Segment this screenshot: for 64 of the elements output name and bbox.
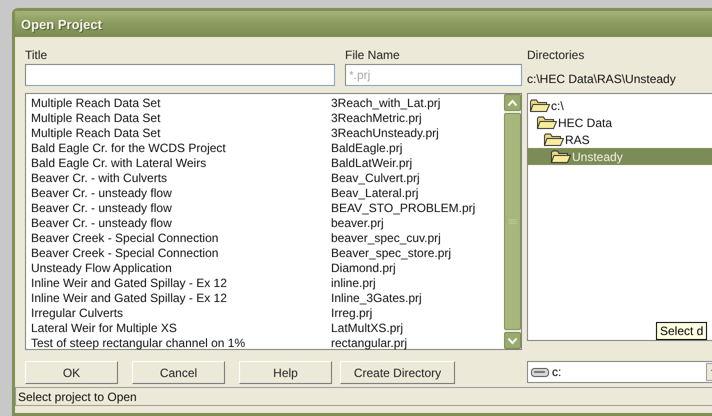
chevron-up-icon [507, 98, 518, 106]
project-title[interactable]: Unsteady Flow Application [31, 261, 331, 276]
project-file-name[interactable]: rectangular.prj [331, 336, 408, 351]
project-file-name[interactable]: Beaver_spec_store.prj [331, 246, 452, 261]
create-directory-button[interactable]: Create Directory [340, 361, 455, 384]
project-title[interactable]: Beaver Cr. - unsteady flow [31, 216, 331, 231]
title-label: Title [25, 48, 48, 62]
grip-icon [508, 218, 516, 224]
directory-item[interactable]: c:\ [528, 97, 712, 114]
project-file-name[interactable]: BEAV_STO_PROBLEM.prj [331, 201, 476, 216]
project-file-name[interactable]: LatMultXS.prj [331, 321, 404, 336]
directory-tree[interactable]: c:\ HEC Data RAS Unsteady Select d [527, 93, 712, 341]
project-title[interactable]: Inline Weir and Gated Spillay - Ex 12 [31, 276, 331, 291]
project-title[interactable]: Multiple Reach Data Set [31, 126, 331, 141]
project-title[interactable]: Bald Eagle Cr. for the WCDS Project [31, 141, 331, 156]
project-title[interactable]: Bald Eagle Cr. with Lateral Weirs [31, 156, 331, 171]
project-file-name[interactable]: BaldEagle.prj [331, 141, 402, 156]
file-name-label: File Name [345, 48, 401, 62]
project-file-name[interactable]: Irreg.prj [331, 306, 372, 321]
directory-item[interactable]: RAS [528, 131, 712, 148]
project-file-name[interactable]: Diamond.prj [331, 261, 396, 276]
ok-button[interactable]: OK [25, 361, 118, 384]
folder-icon [537, 116, 557, 129]
cancel-button[interactable]: Cancel [132, 361, 225, 384]
project-title[interactable]: Irregular Culverts [31, 306, 331, 321]
drive-icon [531, 366, 549, 378]
project-file-name[interactable]: Beav_Culvert.prj [331, 171, 420, 186]
project-file-name[interactable]: 3Reach_with_Lat.prj [331, 96, 440, 111]
project-file-name[interactable]: BaldLatWeir.prj [331, 156, 412, 171]
project-file-name[interactable]: Beav_Lateral.prj [331, 186, 418, 201]
project-title[interactable]: Test of steep rectangular channel on 1% [31, 336, 331, 351]
drive-value: c: [552, 365, 562, 379]
title-input[interactable] [25, 64, 335, 86]
scroll-up-button[interactable] [504, 94, 521, 111]
project-title[interactable]: Beaver Cr. - unsteady flow [31, 186, 331, 201]
tooltip: Select d [656, 322, 708, 340]
project-file-name[interactable]: 3ReachMetric.prj [331, 111, 422, 126]
drive-dropdown[interactable]: c: [527, 361, 712, 383]
project-title[interactable]: Lateral Weir for Multiple XS [31, 321, 331, 336]
directory-path: c:\HEC Data\RAS\Unsteady [527, 72, 677, 86]
project-title[interactable]: Multiple Reach Data Set [31, 96, 331, 111]
project-title[interactable]: Beaver Cr. - with Culverts [31, 171, 331, 186]
window-title: Open Project [21, 16, 102, 32]
project-title[interactable]: Beaver Creek - Special Connection [31, 231, 331, 246]
status-text: Select project to Open [18, 390, 137, 404]
project-file-name[interactable]: Inline_3Gates.prj [331, 291, 422, 306]
project-file-name[interactable]: beaver.prj [331, 216, 384, 231]
project-title[interactable]: Inline Weir and Gated Spillay - Ex 12 [31, 291, 331, 306]
project-title[interactable]: Beaver Creek - Special Connection [31, 246, 331, 261]
chevron-down-icon [507, 336, 518, 344]
project-file-name[interactable]: beaver_spec_cuv.prj [331, 231, 441, 246]
directories-label: Directories [527, 48, 586, 62]
help-button[interactable]: Help [239, 361, 332, 384]
project-file-name[interactable]: inline.prj [331, 276, 376, 291]
folder-icon [530, 99, 550, 112]
project-list[interactable] [25, 93, 522, 350]
file-name-input[interactable]: *.prj [345, 64, 522, 86]
folder-icon [544, 133, 564, 146]
folder-icon [551, 150, 571, 163]
scroll-down-button[interactable] [504, 332, 521, 349]
project-title[interactable]: Beaver Cr. - unsteady flow [31, 201, 331, 216]
project-title[interactable]: Multiple Reach Data Set [31, 111, 331, 126]
directory-item[interactable]: HEC Data [528, 114, 712, 131]
project-file-name[interactable]: 3ReachUnsteady.prj [331, 126, 439, 141]
